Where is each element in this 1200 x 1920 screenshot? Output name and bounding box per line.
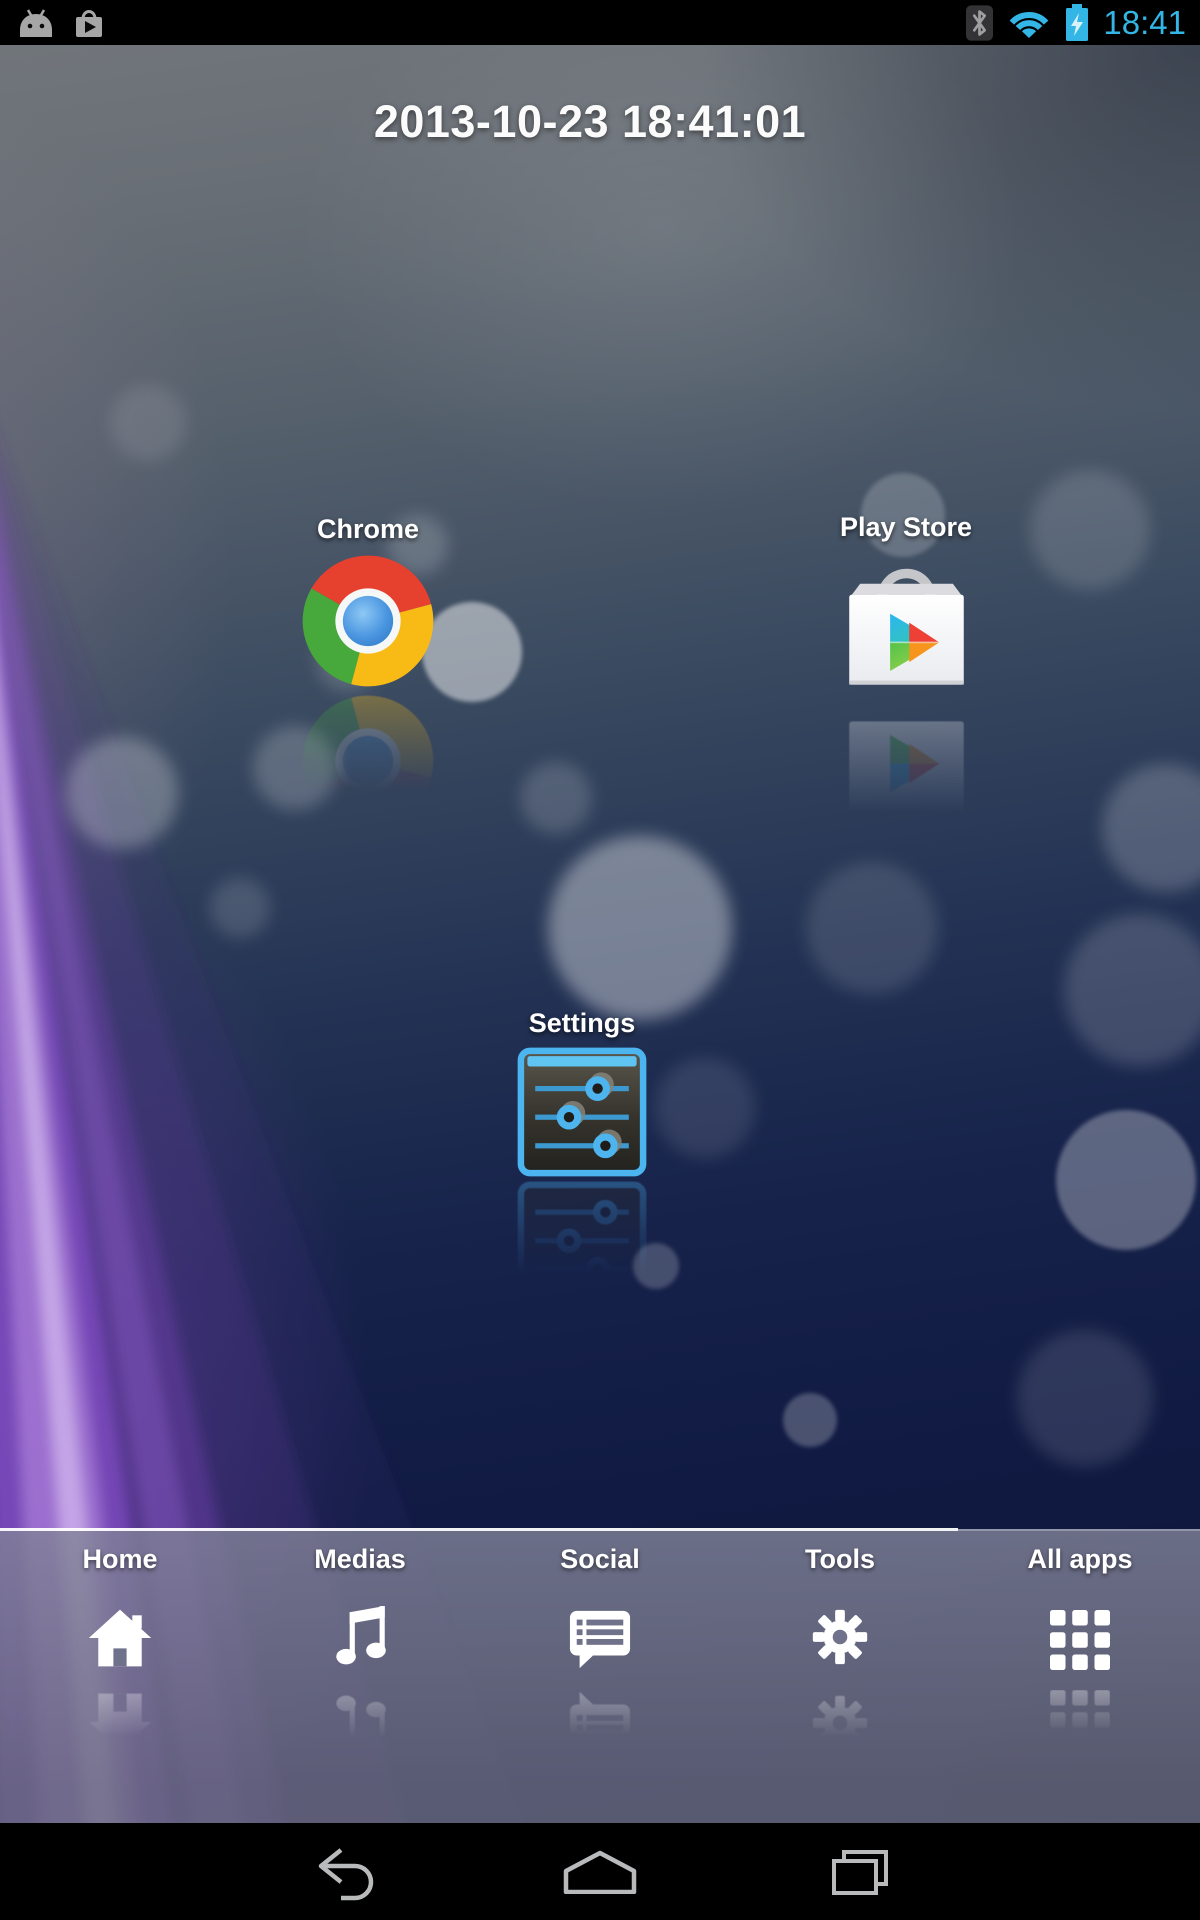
apps-grid-icon: [1050, 1610, 1110, 1670]
dock-tab-medias[interactable]: Medias: [240, 1531, 480, 1823]
back-icon: [311, 1842, 375, 1902]
status-bar-notifications: [0, 6, 966, 40]
music-note-icon: [329, 1604, 391, 1670]
dock-tab-social[interactable]: Social: [480, 1531, 720, 1823]
dock-tab-home[interactable]: Home: [0, 1531, 240, 1823]
home-nav-icon: [562, 1850, 638, 1894]
back-button[interactable]: [303, 1823, 383, 1920]
music-note-icon-reflection: [329, 1690, 391, 1756]
settings-icon-reflection: [517, 1181, 647, 1311]
dock: Home Medias: [0, 1531, 1200, 1823]
dock-tab-home-label: Home: [82, 1544, 157, 1578]
shortcut-settings-label: Settings: [529, 1008, 636, 1039]
play-store-icon: [838, 551, 975, 701]
recents-icon: [830, 1848, 890, 1896]
play-store-notification-icon: [72, 6, 106, 40]
gear-icon-reflection: [807, 1690, 873, 1756]
play-store-icon-reflection: [838, 705, 975, 855]
status-bar[interactable]: 18:41: [0, 0, 1200, 45]
clock-widget[interactable]: 2013-10-23 18:41:01: [0, 96, 1180, 148]
home-icon: [86, 1606, 154, 1670]
shortcut-play-store-label: Play Store: [840, 512, 972, 543]
shortcut-chrome-label: Chrome: [317, 514, 419, 545]
battery-charging-icon: [1065, 4, 1089, 42]
chat-list-icon-reflection: [568, 1690, 632, 1752]
dock-tab-tools[interactable]: Tools: [720, 1531, 960, 1823]
dock-tab-social-label: Social: [560, 1544, 640, 1578]
gear-icon: [807, 1604, 873, 1670]
settings-icon: [517, 1047, 647, 1177]
chrome-icon: [300, 553, 436, 689]
dock-tab-tools-label: Tools: [805, 1544, 875, 1578]
apps-grid-icon-reflection: [1050, 1690, 1110, 1750]
android-home-screen: 18:41 2013-10-23 18:41:01 Chrome: [0, 0, 1200, 1920]
android-robot-notification-icon: [16, 7, 56, 39]
dock-tab-medias-label: Medias: [314, 1544, 406, 1578]
status-bar-clock: 18:41: [1103, 0, 1192, 45]
chrome-icon-reflection: [300, 693, 436, 829]
navigation-bar: [0, 1823, 1200, 1920]
chat-list-icon: [568, 1608, 632, 1670]
shortcut-chrome[interactable]: Chrome: [280, 514, 456, 829]
home-button[interactable]: [554, 1823, 646, 1920]
dock-tab-all-apps-label: All apps: [1027, 1544, 1132, 1578]
home-icon-reflection: [86, 1690, 154, 1754]
shortcut-settings[interactable]: Settings: [494, 1008, 670, 1311]
shortcut-play-store[interactable]: Play Store: [818, 512, 994, 855]
bluetooth-icon: [966, 5, 993, 41]
status-bar-indicators: 18:41: [966, 0, 1200, 45]
recents-button[interactable]: [821, 1823, 899, 1920]
dock-tab-all-apps[interactable]: All apps: [960, 1531, 1200, 1823]
wifi-icon: [1007, 4, 1051, 41]
